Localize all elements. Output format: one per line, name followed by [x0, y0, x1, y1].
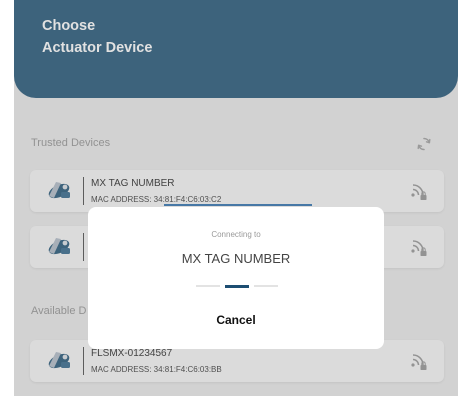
- connecting-device-name: MX TAG NUMBER: [181, 251, 291, 266]
- loader-segment: [254, 285, 278, 287]
- connecting-status-text: Connecting to: [211, 230, 261, 239]
- loader-segment-active: [225, 285, 249, 288]
- cancel-button[interactable]: Cancel: [88, 313, 384, 327]
- connecting-dialog: Connecting to MX TAG NUMBER Cancel: [88, 207, 384, 349]
- app-screen: Choose Actuator Device Trusted Devices M…: [14, 0, 458, 396]
- connecting-loader: [196, 285, 278, 288]
- loader-segment: [196, 285, 220, 287]
